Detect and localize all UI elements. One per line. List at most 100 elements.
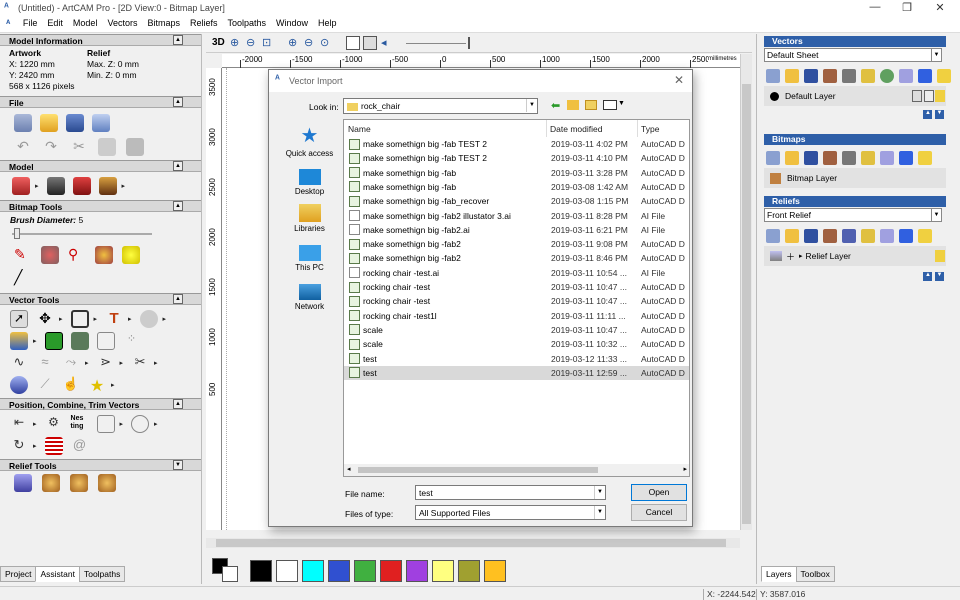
vertical-scrollbar[interactable] (740, 54, 752, 530)
close-button[interactable]: ✕ (925, 1, 955, 14)
light-icon[interactable] (935, 250, 945, 262)
color-swatch[interactable] (484, 560, 506, 582)
film-icon[interactable] (46, 177, 65, 195)
menu-window[interactable]: Window (271, 16, 313, 30)
file-header[interactable]: File ▲ (0, 96, 201, 108)
restore-button[interactable]: ❐ (892, 1, 922, 14)
transform-icon[interactable]: ✥ (36, 310, 54, 328)
column-name[interactable]: Name (344, 120, 547, 137)
menu-vectors[interactable]: Vectors (102, 16, 142, 30)
file-row[interactable]: scale 2019-03-11 10:47 ... AutoCAD D (344, 323, 689, 337)
pipette-icon[interactable]: ⚲ (68, 246, 86, 264)
color-swatch[interactable] (276, 560, 298, 582)
layer-props-icon[interactable] (842, 69, 856, 83)
offset-icon[interactable]: ⤳ (62, 354, 80, 372)
file-row[interactable]: test 2019-03-12 11:33 ... AutoCAD D (344, 352, 689, 366)
save-as-icon[interactable] (92, 114, 110, 132)
save-icon[interactable] (66, 114, 84, 132)
align-icon[interactable]: ⇤ (10, 415, 28, 433)
minimize-button[interactable]: — (860, 1, 890, 13)
brush-slider[interactable] (10, 228, 191, 240)
grid-icon[interactable] (70, 332, 89, 350)
collapse-icon[interactable]: ▲ (173, 399, 183, 409)
new-folder-icon[interactable] (585, 100, 597, 110)
cut-icon[interactable]: ✂ (70, 138, 88, 156)
file-row[interactable]: test 2019-03-11 12:59 ... AutoCAD D (344, 365, 689, 381)
relief-layer-row[interactable]: ＋ ▸ Relief Layer (764, 246, 946, 266)
tab-toolpaths[interactable]: Toolpaths (78, 566, 126, 582)
group-icon[interactable] (96, 415, 115, 433)
bitmap-props-icon[interactable] (842, 151, 856, 165)
bitmap-tools-header[interactable]: Bitmap Tools ▲ (0, 200, 201, 212)
file-row[interactable]: rocking chair -test 2019-03-11 10:47 ... A… (344, 294, 689, 308)
menu-help[interactable]: Help (313, 16, 342, 30)
file-row[interactable]: make somethign big -fab2 illustator 3.ai… (344, 209, 689, 223)
zoom-extents-icon[interactable]: ⊕ (288, 36, 297, 49)
menu-model[interactable]: Model (68, 16, 103, 30)
node-edit-icon[interactable] (44, 332, 63, 350)
paste-icon[interactable] (126, 138, 144, 156)
wave-icon[interactable]: ≈ (36, 354, 54, 372)
move-down-icon[interactable]: ▼ (935, 272, 944, 281)
text-tool-icon[interactable]: T (105, 310, 123, 328)
column-type[interactable]: Type (638, 120, 689, 137)
zoom-previous-icon[interactable]: ⊖ (304, 36, 313, 49)
rectangle-icon[interactable] (70, 310, 89, 328)
menu-bitmaps[interactable]: Bitmaps (142, 16, 185, 30)
menu-reliefs[interactable]: Reliefs (185, 16, 223, 30)
relief-stack-icon[interactable] (842, 229, 856, 243)
fillet-icon[interactable]: ⋗ (97, 354, 115, 372)
move-up-icon[interactable]: ▲ (923, 110, 933, 119)
nesting-icon[interactable]: Nes ting (71, 415, 89, 433)
file-row[interactable]: rocking chair -test 2019-03-11 10:47 ... A… (344, 280, 689, 294)
open-layer-icon[interactable] (785, 69, 799, 83)
file-row[interactable]: make somethign big -fab2 2019-03-11 8:46 … (344, 251, 689, 265)
line-tool-icon[interactable]: ╱ (14, 269, 32, 287)
color-swatch[interactable] (302, 560, 324, 582)
view-slider[interactable] (406, 43, 466, 44)
mirror-icon[interactable]: ⟋ (36, 376, 54, 394)
hand-icon[interactable]: ☝ (62, 376, 80, 394)
file-row[interactable]: rocking chair -test.ai 2019-03-11 10:54 .… (344, 266, 689, 280)
bounding-box-icon[interactable] (96, 332, 115, 350)
select-arrow-icon[interactable]: ➚ (10, 310, 28, 328)
cancel-button[interactable]: Cancel (631, 504, 687, 521)
spiral-icon[interactable]: @ (71, 437, 89, 455)
color-swatch[interactable] (406, 560, 428, 582)
delete-layer-icon[interactable] (918, 69, 932, 83)
view-menu-icon[interactable] (603, 100, 617, 110)
scroll-left-icon[interactable]: ◂ (347, 465, 351, 473)
model-info-header[interactable]: Model Information ▲ (0, 34, 201, 46)
chevron-down-icon[interactable]: ▼ (594, 506, 605, 519)
wrap-icon[interactable] (44, 437, 63, 455)
3d-view-button[interactable]: 3D (212, 37, 225, 48)
mushroom-3-icon[interactable] (98, 474, 116, 492)
new-bitmap-icon[interactable] (766, 151, 780, 165)
place-network[interactable]: Network (277, 280, 342, 311)
mushroom-icon[interactable] (42, 474, 60, 492)
color-swatch[interactable] (380, 560, 402, 582)
scroll-thumb[interactable] (216, 539, 726, 547)
light-icon[interactable] (935, 90, 945, 102)
position-header[interactable]: Position, Combine, Trim Vectors ▲ (0, 398, 201, 410)
palette-icon[interactable] (95, 246, 113, 264)
plus-icon[interactable]: ＋ (786, 250, 795, 263)
chevron-down-icon[interactable]: ▼ (931, 49, 941, 61)
layer-color-icon[interactable] (880, 69, 894, 83)
scroll-thumb[interactable] (742, 84, 751, 524)
file-row[interactable]: make somethign big -fab TEST 2 2019-03-11… (344, 137, 689, 151)
view-mode-1-icon[interactable] (346, 36, 360, 50)
tab-layers[interactable]: Layers (761, 566, 797, 582)
bitmap-lock-icon[interactable] (861, 151, 875, 165)
open-folder-icon[interactable] (40, 114, 58, 132)
scroll-right-icon[interactable]: ▸ (683, 465, 687, 473)
edit-icon[interactable] (924, 90, 934, 102)
chevron-down-icon[interactable]: ▼ (594, 486, 605, 499)
save-relief-icon[interactable] (804, 229, 818, 243)
file-row[interactable]: rocking chair -test1l 2019-03-11 11:11 ..… (344, 309, 689, 323)
collapse-icon[interactable]: ▲ (173, 35, 183, 45)
vector-layer-icon[interactable] (10, 376, 28, 394)
relief-visibility-icon[interactable] (880, 229, 894, 243)
fill-icon[interactable] (41, 246, 59, 264)
file-list-hscroll[interactable]: ◂ ▸ (344, 464, 689, 476)
